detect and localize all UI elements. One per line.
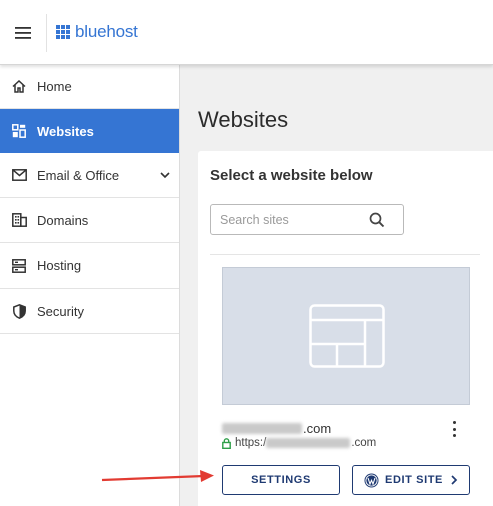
home-icon xyxy=(11,79,27,95)
shield-icon xyxy=(11,303,27,319)
sidebar-item-label: Websites xyxy=(37,123,94,139)
site-url[interactable]: https:/ .com xyxy=(222,437,376,449)
bluehost-logo[interactable]: bluehost xyxy=(56,22,138,42)
lock-icon xyxy=(222,437,231,449)
edit-site-button[interactable]: EDIT SITE xyxy=(352,465,470,495)
main-content: Websites Select a website below Search s… xyxy=(180,65,493,506)
sidebar-item-label: Home xyxy=(37,79,72,94)
sidebar-item-label: Security xyxy=(37,303,84,319)
logo-grid-icon xyxy=(56,25,70,39)
site-domain-suffix: .com xyxy=(303,421,332,436)
hamburger-icon[interactable] xyxy=(8,18,38,48)
more-options-icon[interactable] xyxy=(450,421,458,437)
layout-placeholder-icon xyxy=(309,304,385,368)
site-thumbnail[interactable] xyxy=(222,267,470,405)
annotation-arrow xyxy=(101,470,214,482)
redacted-url xyxy=(266,438,351,448)
sidebar-item-label: Email & Office xyxy=(37,167,120,183)
sidebar-item-email-office[interactable]: Email & Office xyxy=(0,153,179,198)
site-domain: .com xyxy=(222,421,331,436)
site-url-prefix: https:/ xyxy=(235,437,267,449)
chevron-right-icon xyxy=(451,475,458,485)
envelope-icon xyxy=(11,167,27,183)
redacted-domain xyxy=(222,423,302,434)
top-bar: bluehost xyxy=(0,0,493,65)
sidebar-item-hosting[interactable]: Hosting xyxy=(0,243,179,289)
settings-button[interactable]: SETTINGS xyxy=(222,465,340,495)
sidebar-item-home[interactable]: Home xyxy=(0,65,179,109)
chevron-down-icon[interactable] xyxy=(159,169,171,181)
wordpress-icon xyxy=(364,473,379,487)
card-title: Select a website below xyxy=(210,167,373,184)
sidebar: Home Websites Email & Office Domains Hos… xyxy=(0,65,180,506)
building-icon xyxy=(11,212,27,228)
search-input[interactable] xyxy=(212,206,362,233)
top-divider xyxy=(46,14,47,52)
sidebar-item-domains[interactable]: Domains xyxy=(0,198,179,243)
site-url-suffix: .com xyxy=(351,437,377,449)
edit-site-button-label: EDIT SITE xyxy=(385,474,443,486)
logo-text: bluehost xyxy=(75,22,138,41)
sidebar-item-label: Domains xyxy=(37,212,89,228)
sidebar-item-security[interactable]: Security xyxy=(0,289,179,334)
search-icon[interactable] xyxy=(369,212,385,228)
sidebar-item-websites[interactable]: Websites xyxy=(0,109,179,153)
app-window: bluehost Home Websites Email & Office Do… xyxy=(0,0,493,506)
sidebar-item-label: Hosting xyxy=(37,258,82,273)
page-title: Websites xyxy=(198,107,289,132)
websites-icon xyxy=(11,123,27,139)
site-card: .com https:/ .com SETTINGS EDIT SITE xyxy=(210,254,480,506)
websites-card: Select a website below Search sites .com… xyxy=(198,151,493,506)
settings-button-label: SETTINGS xyxy=(251,474,311,486)
server-icon xyxy=(11,258,27,274)
search-box xyxy=(210,204,404,235)
